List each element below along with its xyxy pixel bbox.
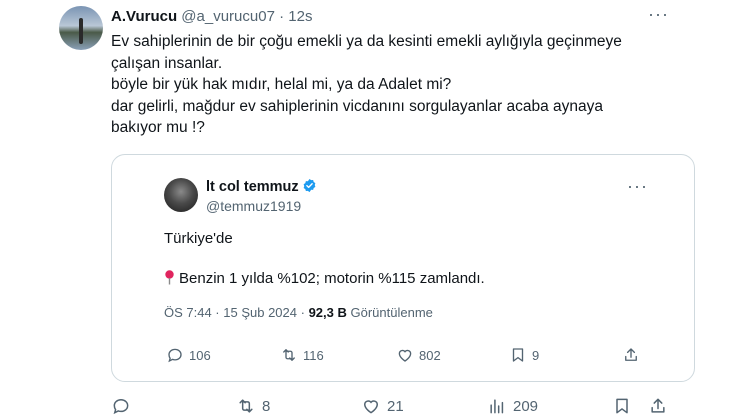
analytics-icon	[490, 399, 504, 414]
quoted-retweet-count: 116	[303, 347, 324, 363]
views-button[interactable]: 209	[487, 396, 538, 416]
quoted-author-handle[interactable]: @temmuz1919	[206, 198, 301, 214]
quoted-bookmark-button[interactable]: 9	[509, 346, 539, 364]
quoted-views-label: Görüntülenme	[350, 305, 433, 320]
quoted-like-button[interactable]: 802	[396, 346, 441, 364]
bookmark-icon	[512, 348, 524, 362]
tweet-line: çalışan insanlar.	[111, 54, 223, 72]
retweet-icon	[239, 399, 253, 413]
quoted-like-count: 802	[419, 347, 441, 363]
quoted-author-avatar[interactable]	[164, 178, 198, 212]
quoted-view-count: 92,3 B	[308, 305, 347, 320]
reply-button[interactable]	[111, 396, 137, 416]
quoted-reply-button[interactable]: 106	[166, 346, 211, 364]
quoted-bookmark-count: 9	[532, 347, 540, 363]
retweet-count: 8	[262, 397, 271, 415]
quoted-reply-count: 106	[189, 347, 211, 363]
author-handle[interactable]: @a_vurucu07	[181, 8, 275, 25]
tweet-line: bakıyor mu !?	[111, 119, 205, 136]
reply-icon	[168, 348, 182, 363]
round-pushpin-icon	[165, 270, 174, 285]
like-button[interactable]: 21	[361, 396, 404, 416]
quoted-text-row: Benzin 1 yılda %102; motorin %115 zamlan…	[164, 270, 485, 287]
quoted-timestamp[interactable]: ÖS 7:44 · 15 Şub 2024 ·	[164, 305, 305, 320]
quoted-share-button[interactable]	[622, 346, 640, 364]
bookmark-button[interactable]	[612, 396, 632, 416]
quoted-retweet-button[interactable]: 116	[280, 346, 324, 364]
author-avatar[interactable]	[59, 6, 103, 50]
share-icon	[625, 348, 637, 361]
tweet-text: Ev sahiplerinin de bir çoğu emekli ya da…	[111, 31, 622, 139]
quoted-text-line: Benzin 1 yılda %102; motorin %115 zamlan…	[179, 270, 485, 287]
retweet-icon	[283, 349, 295, 361]
verified-badge-icon	[303, 178, 316, 193]
more-options-icon[interactable]: ···	[648, 4, 669, 25]
tweet-line: Ev sahiplerinin de bir çoğu emekli ya da…	[111, 33, 622, 50]
quoted-author-display-name[interactable]: lt col temmuz	[206, 179, 299, 195]
like-count: 21	[387, 397, 404, 415]
quoted-more-options-icon[interactable]: ···	[627, 176, 648, 197]
share-icon	[651, 398, 665, 413]
tweet-header: A.Vurucu @a_vurucu07 · 12s	[111, 8, 312, 25]
quoted-text-line: Türkiye'de	[164, 230, 233, 247]
share-button[interactable]	[648, 396, 668, 416]
view-count: 209	[513, 397, 539, 415]
header-separator: ·	[279, 8, 285, 25]
bookmark-icon	[616, 398, 628, 414]
retweet-button[interactable]: 8	[236, 396, 270, 416]
heart-icon	[398, 349, 412, 362]
quoted-author-name-row: lt col temmuz	[206, 178, 317, 195]
heart-icon	[363, 400, 379, 414]
tweet-line: dar gelirli, mağdur ev sahiplerinin vicd…	[111, 97, 603, 115]
tweet-time[interactable]: 12s	[288, 8, 312, 25]
reply-icon	[113, 398, 129, 415]
author-display-name[interactable]: A.Vurucu	[111, 8, 177, 25]
quoted-meta: ÖS 7:44 · 15 Şub 2024 · 92,3 B Görüntüle…	[164, 305, 433, 320]
tweet-line: böyle bir yük hak mıdır, helal mi, ya da…	[111, 76, 452, 93]
